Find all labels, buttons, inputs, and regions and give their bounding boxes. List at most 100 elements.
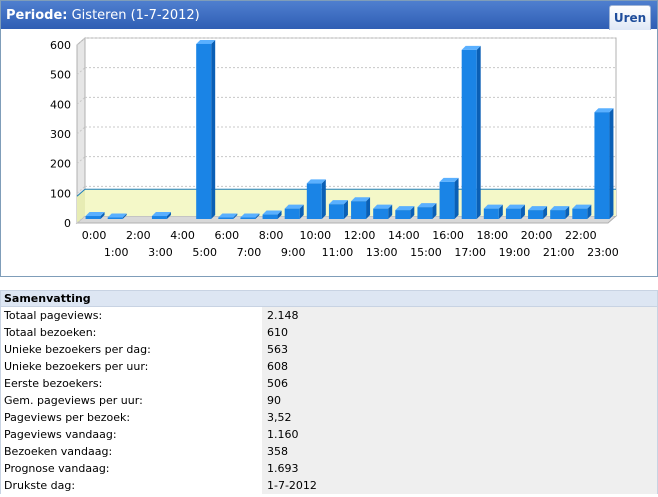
summary-label: Drukste dag: bbox=[1, 477, 262, 494]
bar bbox=[85, 216, 101, 219]
x-tick-label: 7:00 bbox=[237, 246, 262, 259]
bar bbox=[572, 208, 588, 219]
x-tick-label: 10:00 bbox=[299, 229, 331, 242]
bar bbox=[483, 208, 499, 219]
summary-label: Totaal pageviews: bbox=[1, 307, 262, 324]
x-tick-label: 0:00 bbox=[82, 229, 107, 242]
summary-row: Drukste dag: 1-7-2012 bbox=[1, 477, 657, 494]
y-tick-label: 300 bbox=[50, 128, 71, 141]
y-tick-label: 200 bbox=[50, 158, 71, 171]
bar bbox=[240, 217, 256, 219]
summary-label: Pageviews vandaag: bbox=[1, 426, 262, 443]
x-tick-label: 5:00 bbox=[192, 246, 217, 259]
bar bbox=[461, 49, 477, 220]
summary-value: 608 bbox=[262, 358, 657, 375]
summary-label: Unieke bezoekers per uur: bbox=[1, 358, 262, 375]
x-tick-label: 17:00 bbox=[454, 246, 486, 259]
summary-value: 1.160 bbox=[262, 426, 657, 443]
y-tick-label: 100 bbox=[50, 187, 71, 200]
summary-value: 90 bbox=[262, 392, 657, 409]
summary-row: Unieke bezoekers per dag: 563 bbox=[1, 341, 657, 358]
x-tick-label: 14:00 bbox=[388, 229, 420, 242]
x-tick-label: 19:00 bbox=[499, 246, 531, 259]
period-label: Periode: bbox=[6, 8, 68, 23]
bar bbox=[328, 204, 344, 219]
x-tick-label: 11:00 bbox=[322, 246, 354, 259]
x-tick-label: 3:00 bbox=[148, 246, 173, 259]
x-tick-label: 4:00 bbox=[170, 229, 195, 242]
tab-uren[interactable]: Uren bbox=[609, 5, 651, 30]
summary-row: Eerste bezoekers: 506 bbox=[1, 375, 657, 392]
bar bbox=[395, 210, 411, 219]
x-tick-label: 15:00 bbox=[410, 246, 442, 259]
summary-label: Eerste bezoekers: bbox=[1, 375, 262, 392]
bar bbox=[351, 201, 367, 219]
summary-row: Pageviews vandaag: 1.160 bbox=[1, 426, 657, 443]
bar-side bbox=[476, 45, 481, 220]
x-tick-label: 13:00 bbox=[366, 246, 398, 259]
summary-label: Bezoeken vandaag: bbox=[1, 443, 262, 460]
y-tick-label: 600 bbox=[50, 39, 71, 52]
x-tick-label: 6:00 bbox=[214, 229, 239, 242]
summary-label: Prognose vandaag: bbox=[1, 460, 262, 477]
y-tick-label: 500 bbox=[50, 69, 71, 82]
x-tick-label: 20:00 bbox=[521, 229, 553, 242]
bar bbox=[439, 181, 455, 219]
summary-rows: Totaal pageviews: 2.148 Totaal bezoeken: 61… bbox=[1, 307, 657, 494]
bar bbox=[218, 217, 234, 219]
summary-value: 2.148 bbox=[262, 307, 657, 324]
panel-header: Periode: Gisteren (1-7-2012) Uren bbox=[1, 1, 657, 30]
bar bbox=[528, 210, 544, 219]
bar bbox=[196, 43, 212, 219]
bar bbox=[306, 183, 322, 219]
bar bbox=[373, 208, 389, 219]
bar bbox=[262, 214, 278, 219]
bar bbox=[151, 216, 167, 219]
hourly-pageviews-chart: 0 100 200 300 400 500 600 0:00 1:00 2:00 3:00 4:00 5… bbox=[50, 36, 619, 259]
summary-value: 563 bbox=[262, 341, 657, 358]
summary-label: Unieke bezoekers per dag: bbox=[1, 341, 262, 358]
x-tick-label: 21:00 bbox=[543, 246, 575, 259]
x-tick-label: 18:00 bbox=[476, 229, 508, 242]
summary-row: Prognose vandaag: 1.693 bbox=[1, 460, 657, 477]
summary-value: 506 bbox=[262, 375, 657, 392]
x-tick-label: 23:00 bbox=[587, 246, 619, 259]
x-tick-label: 1:00 bbox=[104, 246, 129, 259]
bar bbox=[417, 207, 433, 219]
bar bbox=[594, 112, 610, 219]
bar-side bbox=[609, 108, 614, 219]
summary-value: 1.693 bbox=[262, 460, 657, 477]
bar bbox=[284, 208, 300, 219]
summary-label: Totaal bezoeken: bbox=[1, 324, 262, 341]
x-tick-label: 22:00 bbox=[565, 229, 597, 242]
x-tick-label: 12:00 bbox=[344, 229, 376, 242]
x-tick-label: 8:00 bbox=[259, 229, 284, 242]
bar bbox=[505, 208, 521, 219]
bar bbox=[550, 210, 566, 219]
bar bbox=[107, 217, 123, 219]
summary-title: Samenvatting bbox=[1, 291, 657, 307]
summary-value: 610 bbox=[262, 324, 657, 341]
summary-row: Unieke bezoekers per uur: 608 bbox=[1, 358, 657, 375]
x-tick-label: 16:00 bbox=[432, 229, 464, 242]
x-tick-label: 2:00 bbox=[126, 229, 151, 242]
summary-value: 3,52 bbox=[262, 409, 657, 426]
summary-value: 1-7-2012 bbox=[262, 477, 657, 494]
summary-table: Samenvatting Totaal pageviews: 2.148 Totaa… bbox=[0, 290, 658, 494]
bar-side bbox=[211, 39, 216, 219]
bar-side bbox=[321, 179, 326, 219]
period-title: Periode: Gisteren (1-7-2012) bbox=[6, 8, 200, 23]
summary-row: Pageviews per bezoek: 3,52 bbox=[1, 409, 657, 426]
summary-row: Gem. pageviews per uur: 90 bbox=[1, 392, 657, 409]
bar-side bbox=[454, 177, 459, 219]
period-value: Gisteren (1-7-2012) bbox=[71, 8, 200, 23]
summary-row: Totaal bezoeken: 610 bbox=[1, 324, 657, 341]
summary-row: Bezoeken vandaag: 358 bbox=[1, 443, 657, 460]
summary-label: Pageviews per bezoek: bbox=[1, 409, 262, 426]
y-tick-label: 0 bbox=[64, 217, 71, 230]
summary-row: Totaal pageviews: 2.148 bbox=[1, 307, 657, 324]
chart-panel: Periode: Gisteren (1-7-2012) Uren 0 100 20… bbox=[0, 0, 658, 277]
summary-value: 358 bbox=[262, 443, 657, 460]
x-tick-label: 9:00 bbox=[281, 246, 306, 259]
y-tick-label: 400 bbox=[50, 98, 71, 111]
